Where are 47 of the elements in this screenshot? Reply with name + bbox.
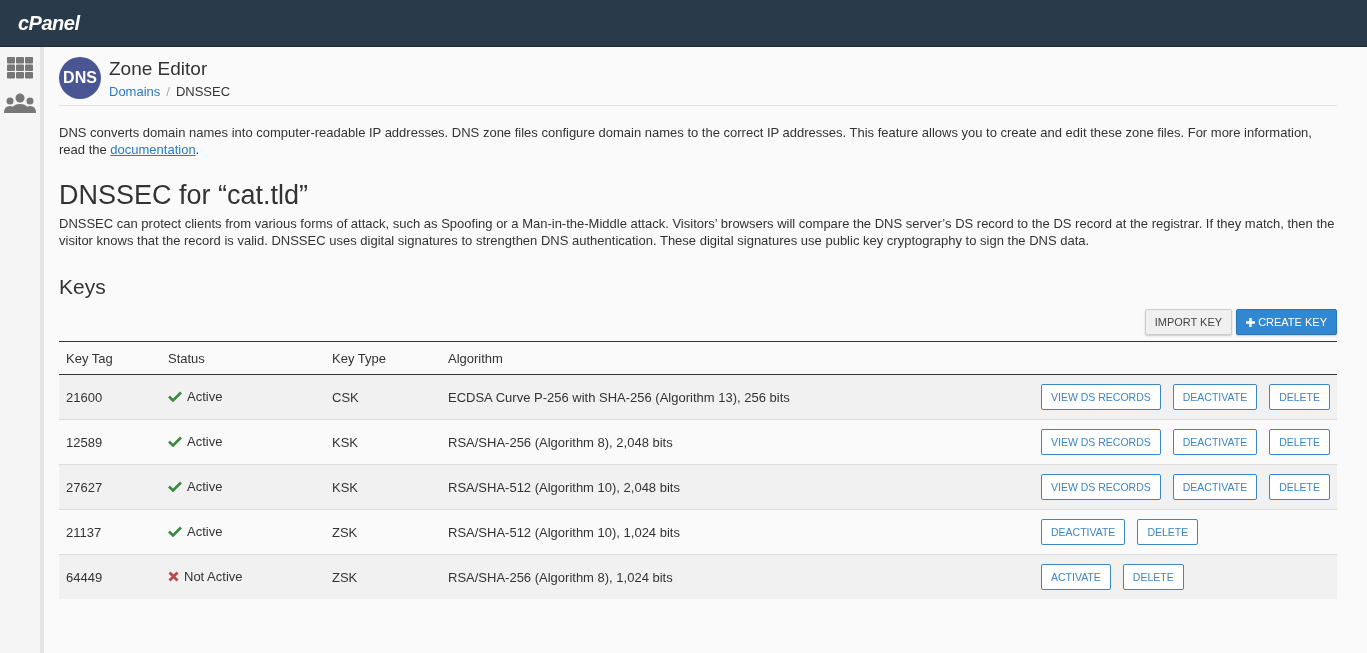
table-cell: 21600: [59, 374, 161, 420]
dns-icon: DNS: [59, 57, 101, 99]
table-cell: KSK: [325, 464, 441, 510]
row-action-button[interactable]: VIEW DS RECORDS: [1041, 384, 1161, 410]
row-action-button[interactable]: DEACTIVATE: [1172, 384, 1258, 410]
column-header: Status: [161, 341, 325, 375]
table-cell: 64449: [59, 554, 161, 599]
grid-icon[interactable]: [7, 57, 33, 79]
column-header: Key Type: [325, 341, 441, 375]
row-action-button[interactable]: DELETE: [1269, 429, 1330, 455]
documentation-link[interactable]: documentation: [110, 142, 196, 157]
intro-paragraph: DNS converts domain names into computer-readable IP addresses. DNS zone files configure domain names to the correct IP addresses. This feature allows you to create and edit these zone files. For more information, read the documentation.: [59, 124, 1313, 158]
table-cell: RSA/SHA-512 (Algorithm 10), 2,048 bits: [441, 464, 1034, 510]
description-paragraph: DNSSEC can protect clients from various forms of attack, such as Spoofing or a Man-in-the-Middle attack. Visitors’ browsers will compare the DNS server’s DS record to the DS record at the registrar. If they match, then the visitor knows that the record is valid. DNSSEC uses digital signatures to strengthen DNS authentication. These digital signatures use public key cryptography to sign the DNS data.: [59, 215, 1336, 249]
row-action-button[interactable]: DELETE: [1122, 564, 1184, 590]
status-text: Active: [187, 434, 223, 449]
status-text: Active: [187, 389, 223, 404]
breadcrumb-current: DNSSEC: [175, 83, 231, 99]
table-cell: ZSK: [325, 554, 441, 599]
table-cell: 27627: [59, 464, 161, 510]
row-action-button[interactable]: DELETE: [1269, 384, 1330, 410]
column-header: Key Tag: [59, 341, 161, 375]
keys-heading: Keys: [59, 275, 107, 299]
status-text: Not Active: [184, 569, 243, 584]
table-cell: CSK: [325, 374, 441, 420]
breadcrumb-separator: /: [166, 83, 170, 99]
logo[interactable]: cPanel: [18, 11, 80, 35]
section-heading: DNSSEC for “cat.tld”: [59, 180, 310, 211]
row-action-button[interactable]: VIEW DS RECORDS: [1041, 429, 1161, 455]
breadcrumb-link[interactable]: Domains: [109, 83, 161, 99]
row-action-button[interactable]: DELETE: [1137, 519, 1199, 545]
row-action-button[interactable]: VIEW DS RECORDS: [1041, 474, 1161, 500]
column-header: Algorithm: [441, 341, 1034, 375]
row-action-button[interactable]: DEACTIVATE: [1172, 429, 1258, 455]
page-title: Zone Editor: [109, 57, 209, 80]
table-cell: RSA/SHA-256 (Algorithm 8), 1,024 bits: [441, 554, 1034, 599]
status-text: Active: [187, 479, 223, 494]
import-key-button[interactable]: IMPORT KEY: [1144, 309, 1233, 335]
row-action-button[interactable]: ACTIVATE: [1041, 564, 1111, 590]
plus-icon: [1246, 317, 1256, 327]
row-action-button[interactable]: DEACTIVATE: [1172, 474, 1258, 500]
status-text: Active: [187, 524, 223, 539]
users-icon[interactable]: [4, 93, 36, 113]
row-action-button[interactable]: DELETE: [1269, 474, 1330, 500]
create-key-button[interactable]: CREATE KEY: [1236, 309, 1337, 335]
table-cell: ECDSA Curve P-256 with SHA-256 (Algorithm 13), 256 bits: [441, 374, 1034, 420]
row-action-button[interactable]: DEACTIVATE: [1041, 519, 1126, 545]
